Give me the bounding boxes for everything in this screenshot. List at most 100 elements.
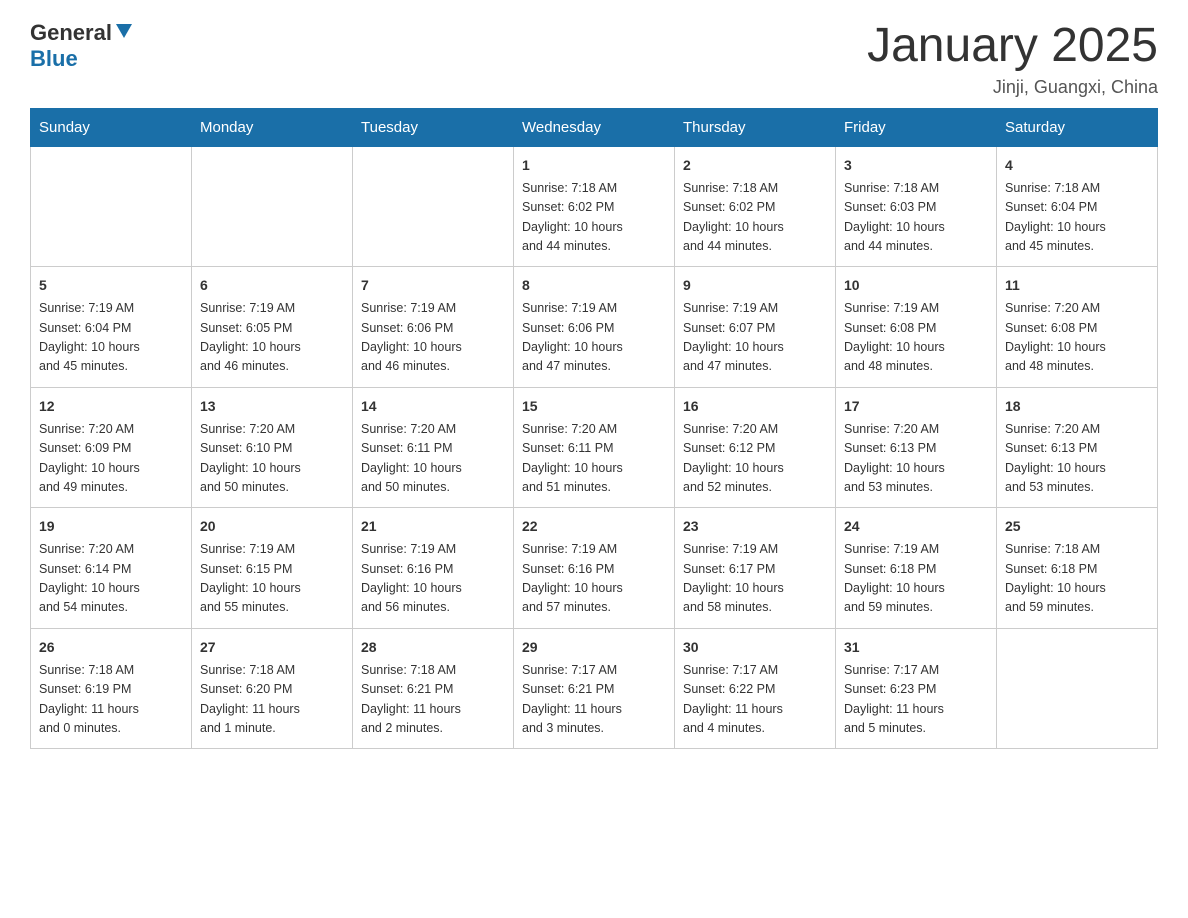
day-number: 21 <box>361 516 505 537</box>
calendar-cell <box>192 146 353 267</box>
day-info: Sunrise: 7:17 AM Sunset: 6:21 PM Dayligh… <box>522 661 666 739</box>
logo: General Blue <box>30 20 133 72</box>
day-number: 12 <box>39 396 183 417</box>
week-row-5: 26 Sunrise: 7:18 AM Sunset: 6:19 PM Dayli… <box>31 628 1158 749</box>
day-info: Sunrise: 7:20 AM Sunset: 6:09 PM Dayligh… <box>39 420 183 498</box>
logo-general-text: General <box>30 20 112 46</box>
day-number: 7 <box>361 275 505 296</box>
day-number: 16 <box>683 396 827 417</box>
day-number: 5 <box>39 275 183 296</box>
day-number: 10 <box>844 275 988 296</box>
calendar-cell: 13 Sunrise: 7:20 AM Sunset: 6:10 PM Dayli… <box>192 387 353 508</box>
weekday-header-sunday: Sunday <box>31 108 192 146</box>
day-info: Sunrise: 7:18 AM Sunset: 6:19 PM Dayligh… <box>39 661 183 739</box>
day-number: 13 <box>200 396 344 417</box>
calendar-cell: 10 Sunrise: 7:19 AM Sunset: 6:08 PM Dayli… <box>836 267 997 388</box>
day-number: 20 <box>200 516 344 537</box>
calendar-cell: 7 Sunrise: 7:19 AM Sunset: 6:06 PM Daylig… <box>353 267 514 388</box>
calendar-cell: 26 Sunrise: 7:18 AM Sunset: 6:19 PM Dayli… <box>31 628 192 749</box>
day-number: 19 <box>39 516 183 537</box>
title-block: January 2025 Jinji, Guangxi, China <box>867 20 1158 98</box>
calendar-cell: 17 Sunrise: 7:20 AM Sunset: 6:13 PM Dayli… <box>836 387 997 508</box>
day-info: Sunrise: 7:19 AM Sunset: 6:16 PM Dayligh… <box>522 540 666 618</box>
weekday-header-row: SundayMondayTuesdayWednesdayThursdayFrid… <box>31 108 1158 146</box>
calendar-cell: 14Sunrise: 7:20 AM Sunset: 6:11 PM Dayli… <box>353 387 514 508</box>
day-info: Sunrise: 7:17 AM Sunset: 6:22 PM Dayligh… <box>683 661 827 739</box>
weekday-header-saturday: Saturday <box>997 108 1158 146</box>
calendar-cell: 5Sunrise: 7:19 AM Sunset: 6:04 PM Daylig… <box>31 267 192 388</box>
calendar-cell: 24 Sunrise: 7:19 AM Sunset: 6:18 PM Dayli… <box>836 508 997 629</box>
calendar-cell: 3 Sunrise: 7:18 AM Sunset: 6:03 PM Daylig… <box>836 146 997 267</box>
day-info: Sunrise: 7:19 AM Sunset: 6:06 PM Dayligh… <box>522 299 666 377</box>
day-info: Sunrise: 7:18 AM Sunset: 6:04 PM Dayligh… <box>1005 179 1149 257</box>
calendar-cell: 20 Sunrise: 7:19 AM Sunset: 6:15 PM Dayli… <box>192 508 353 629</box>
day-number: 1 <box>522 155 666 176</box>
day-info: Sunrise: 7:20 AM Sunset: 6:10 PM Dayligh… <box>200 420 344 498</box>
day-info: Sunrise: 7:18 AM Sunset: 6:21 PM Dayligh… <box>361 661 505 739</box>
day-number: 18 <box>1005 396 1149 417</box>
week-row-4: 19 Sunrise: 7:20 AM Sunset: 6:14 PM Dayli… <box>31 508 1158 629</box>
day-info: Sunrise: 7:20 AM Sunset: 6:13 PM Dayligh… <box>844 420 988 498</box>
day-info: Sunrise: 7:19 AM Sunset: 6:05 PM Dayligh… <box>200 299 344 377</box>
day-info: Sunrise: 7:20 AM Sunset: 6:13 PM Dayligh… <box>1005 420 1149 498</box>
day-info: Sunrise: 7:19 AM Sunset: 6:06 PM Dayligh… <box>361 299 505 377</box>
weekday-header-thursday: Thursday <box>675 108 836 146</box>
weekday-header-monday: Monday <box>192 108 353 146</box>
calendar-cell: 6 Sunrise: 7:19 AM Sunset: 6:05 PM Daylig… <box>192 267 353 388</box>
day-info: Sunrise: 7:19 AM Sunset: 6:07 PM Dayligh… <box>683 299 827 377</box>
day-number: 26 <box>39 637 183 658</box>
day-number: 6 <box>200 275 344 296</box>
calendar-cell: 4 Sunrise: 7:18 AM Sunset: 6:04 PM Daylig… <box>997 146 1158 267</box>
day-number: 29 <box>522 637 666 658</box>
day-number: 28 <box>361 637 505 658</box>
day-number: 4 <box>1005 155 1149 176</box>
calendar-cell <box>353 146 514 267</box>
day-number: 31 <box>844 637 988 658</box>
calendar-cell: 1 Sunrise: 7:18 AM Sunset: 6:02 PM Daylig… <box>514 146 675 267</box>
calendar-cell: 31Sunrise: 7:17 AM Sunset: 6:23 PM Dayli… <box>836 628 997 749</box>
week-row-3: 12 Sunrise: 7:20 AM Sunset: 6:09 PM Dayli… <box>31 387 1158 508</box>
day-info: Sunrise: 7:20 AM Sunset: 6:14 PM Dayligh… <box>39 540 183 618</box>
calendar-cell: 25 Sunrise: 7:18 AM Sunset: 6:18 PM Dayli… <box>997 508 1158 629</box>
calendar-cell: 27 Sunrise: 7:18 AM Sunset: 6:20 PM Dayli… <box>192 628 353 749</box>
day-number: 25 <box>1005 516 1149 537</box>
day-info: Sunrise: 7:18 AM Sunset: 6:03 PM Dayligh… <box>844 179 988 257</box>
weekday-header-wednesday: Wednesday <box>514 108 675 146</box>
calendar-cell: 15Sunrise: 7:20 AM Sunset: 6:11 PM Dayli… <box>514 387 675 508</box>
day-info: Sunrise: 7:19 AM Sunset: 6:15 PM Dayligh… <box>200 540 344 618</box>
day-info: Sunrise: 7:18 AM Sunset: 6:02 PM Dayligh… <box>522 179 666 257</box>
day-number: 9 <box>683 275 827 296</box>
calendar-cell: 9 Sunrise: 7:19 AM Sunset: 6:07 PM Daylig… <box>675 267 836 388</box>
day-number: 17 <box>844 396 988 417</box>
main-title: January 2025 <box>867 20 1158 73</box>
day-info: Sunrise: 7:18 AM Sunset: 6:02 PM Dayligh… <box>683 179 827 257</box>
day-number: 24 <box>844 516 988 537</box>
calendar-cell: 8 Sunrise: 7:19 AM Sunset: 6:06 PM Daylig… <box>514 267 675 388</box>
day-number: 23 <box>683 516 827 537</box>
calendar-cell: 29 Sunrise: 7:17 AM Sunset: 6:21 PM Dayli… <box>514 628 675 749</box>
day-info: Sunrise: 7:19 AM Sunset: 6:17 PM Dayligh… <box>683 540 827 618</box>
day-number: 22 <box>522 516 666 537</box>
calendar-cell: 2 Sunrise: 7:18 AM Sunset: 6:02 PM Daylig… <box>675 146 836 267</box>
calendar-cell: 16 Sunrise: 7:20 AM Sunset: 6:12 PM Dayli… <box>675 387 836 508</box>
day-number: 27 <box>200 637 344 658</box>
weekday-header-friday: Friday <box>836 108 997 146</box>
day-number: 11 <box>1005 275 1149 296</box>
day-number: 8 <box>522 275 666 296</box>
day-number: 14 <box>361 396 505 417</box>
day-info: Sunrise: 7:18 AM Sunset: 6:20 PM Dayligh… <box>200 661 344 739</box>
calendar-cell: 23 Sunrise: 7:19 AM Sunset: 6:17 PM Dayli… <box>675 508 836 629</box>
calendar-cell: 19 Sunrise: 7:20 AM Sunset: 6:14 PM Dayli… <box>31 508 192 629</box>
day-info: Sunrise: 7:20 AM Sunset: 6:08 PM Dayligh… <box>1005 299 1149 377</box>
calendar-cell <box>997 628 1158 749</box>
day-number: 3 <box>844 155 988 176</box>
day-number: 2 <box>683 155 827 176</box>
calendar-cell: 18 Sunrise: 7:20 AM Sunset: 6:13 PM Dayli… <box>997 387 1158 508</box>
week-row-1: 1 Sunrise: 7:18 AM Sunset: 6:02 PM Daylig… <box>31 146 1158 267</box>
day-info: Sunrise: 7:20 AM Sunset: 6:12 PM Dayligh… <box>683 420 827 498</box>
day-info: Sunrise: 7:18 AM Sunset: 6:18 PM Dayligh… <box>1005 540 1149 618</box>
weekday-header-tuesday: Tuesday <box>353 108 514 146</box>
day-info: Sunrise: 7:19 AM Sunset: 6:18 PM Dayligh… <box>844 540 988 618</box>
calendar-cell: 22 Sunrise: 7:19 AM Sunset: 6:16 PM Dayli… <box>514 508 675 629</box>
day-info: Sunrise: 7:19 AM Sunset: 6:08 PM Dayligh… <box>844 299 988 377</box>
